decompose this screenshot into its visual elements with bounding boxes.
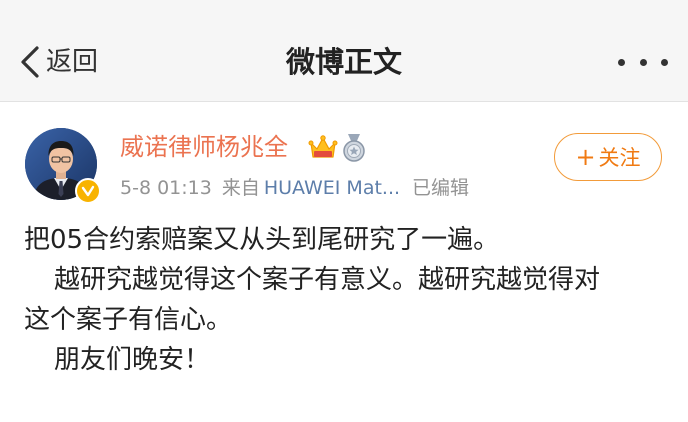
more-icon[interactable] bbox=[618, 52, 668, 72]
medal-icon[interactable] bbox=[341, 133, 367, 163]
post-text-line: 朋友们晚安！ bbox=[54, 345, 211, 375]
follow-label: 关注 bbox=[598, 146, 641, 170]
post-text-line: 把05合约索赔案又从头到尾研究了一遍。 bbox=[24, 225, 500, 255]
post-time: 5-8 01:13 bbox=[120, 177, 212, 199]
more-dot bbox=[618, 58, 625, 66]
post-text-line: 越研究越觉得这个案子有意义。越研究越觉得对 bbox=[54, 265, 601, 295]
top-nav-bar: 返回 微博正文 bbox=[0, 0, 688, 102]
verified-v-icon bbox=[75, 178, 101, 204]
source-device-link[interactable]: HUAWEI Mat... bbox=[264, 177, 400, 199]
post-meta: 5-8 01:13 来自 HUAWEI Mat... 已编辑 bbox=[120, 174, 469, 202]
post-text-line: 这个案子有信心。 bbox=[24, 305, 233, 335]
more-dot bbox=[661, 58, 668, 66]
crown-icon[interactable] bbox=[308, 134, 338, 162]
author-avatar[interactable] bbox=[25, 128, 101, 204]
edited-label[interactable]: 已编辑 bbox=[412, 177, 469, 199]
page-title: 微博正文 bbox=[285, 45, 402, 79]
source-prefix: 来自 bbox=[221, 177, 260, 199]
follow-button[interactable]: + 关注 bbox=[554, 133, 662, 181]
plus-icon: + bbox=[575, 143, 596, 171]
post-body: 把05合约索赔案又从头到尾研究了一遍。 越研究越觉得这个案子有意义。越研究越觉得… bbox=[24, 220, 664, 380]
author-name[interactable]: 威诺律师杨兆全 bbox=[120, 131, 288, 163]
more-dot bbox=[639, 58, 647, 66]
